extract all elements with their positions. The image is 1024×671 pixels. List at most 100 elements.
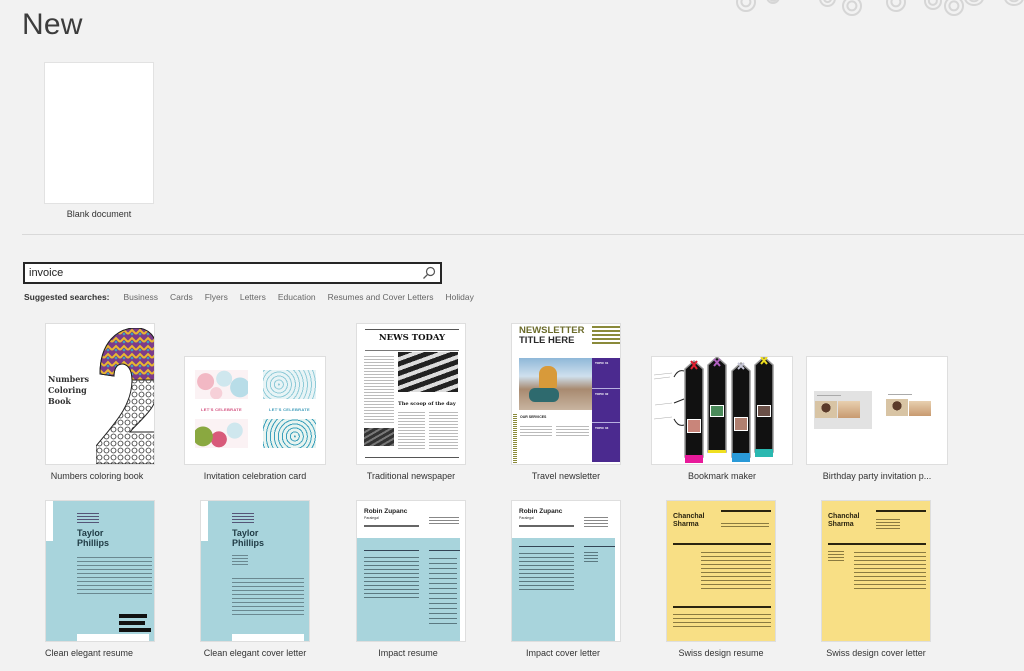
invite-card-right (885, 391, 943, 429)
bookmark-art (653, 357, 774, 463)
template-label[interactable]: Numbers coloring book (45, 471, 149, 481)
suggested-link-holiday[interactable]: Holiday (445, 292, 473, 302)
invite-card-left (814, 391, 872, 429)
newsletter-col-text (556, 424, 589, 438)
template-thumbnail[interactable] (806, 356, 948, 465)
newspaper-col-text (398, 410, 425, 450)
swirl-icon (766, 0, 780, 4)
invite-photo-cake (909, 401, 931, 416)
card-art-br (263, 419, 316, 448)
search-icon[interactable] (420, 264, 440, 282)
template-thumbnail[interactable]: Taylor Phillips (200, 500, 310, 642)
suggested-link-business[interactable]: Business (124, 292, 159, 302)
template-label[interactable]: Clean elegant cover letter (200, 648, 310, 658)
rule-line (365, 457, 459, 458)
skill-bar (119, 628, 151, 632)
text-line (888, 394, 912, 395)
invite-photo-cake (838, 401, 860, 418)
template-label[interactable]: Swiss design cover letter (821, 648, 931, 658)
blank-document-thumbnail[interactable] (44, 62, 154, 204)
newspaper-photo-main (398, 352, 458, 392)
newsletter-title-line: TITLE HERE (519, 335, 575, 346)
backpack (529, 388, 559, 402)
template-thumbnail[interactable]: Chanchal Sharma (821, 500, 931, 642)
letter-name: Taylor Phillips (232, 528, 264, 548)
template-thumbnail[interactable]: Robin Zupanc Paralegal (356, 500, 466, 642)
template-thumbnail[interactable]: LET'S CELEBRATE LET'S CELEBRATE (184, 356, 326, 465)
white-accent (46, 501, 53, 541)
resume-name: Robin Zupanc (364, 508, 408, 515)
letter-name-line: Sharma (828, 521, 854, 528)
resume-name: Taylor Phillips (77, 528, 109, 548)
sidebar-rule (592, 388, 620, 389)
text-line (817, 395, 841, 396)
resume-name-line: Taylor (77, 528, 104, 538)
letter-name: Chanchal Sharma (828, 513, 860, 529)
template-thumbnail[interactable] (651, 356, 793, 465)
template-label[interactable]: Impact cover letter (511, 648, 615, 658)
contact-lines (77, 511, 99, 523)
newspaper-photo-small (364, 428, 394, 446)
thumb-title-line: Coloring (48, 385, 87, 395)
template-label[interactable]: Invitation celebration card (184, 471, 326, 481)
suggested-link-education[interactable]: Education (278, 292, 316, 302)
coloring-number-art (95, 327, 154, 464)
section-rule (519, 546, 574, 547)
template-label[interactable]: Travel newsletter (511, 471, 621, 481)
rule-line (365, 350, 459, 351)
newsletter-photo (519, 358, 592, 410)
page-title: New (22, 8, 83, 41)
thick-rule (673, 606, 771, 608)
template-label[interactable]: Birthday party invitation p... (806, 471, 948, 481)
letter-name-line: Taylor (232, 528, 259, 538)
body-lines (519, 550, 574, 592)
template-label[interactable]: Swiss design resume (666, 648, 776, 658)
suggested-link-letters[interactable]: Letters (240, 292, 266, 302)
teal-panel (357, 538, 460, 641)
swirl-icon (736, 0, 756, 12)
body-lines (77, 554, 152, 594)
suggested-link-flyers[interactable]: Flyers (205, 292, 228, 302)
skill-bar (119, 614, 147, 618)
newspaper-masthead: NEWS TODAY (378, 333, 446, 343)
letter-name-line: Phillips (232, 538, 265, 548)
contact-lines (584, 515, 608, 527)
name-rule (519, 525, 574, 527)
template-thumbnail[interactable]: NEWS TODAY The scoop of the day (356, 323, 466, 465)
suggested-link-cards[interactable]: Cards (170, 292, 193, 302)
letter-name: Robin Zupanc (519, 508, 563, 515)
template-search-box[interactable] (23, 262, 442, 284)
swirl-icon (886, 0, 906, 12)
template-thumbnail[interactable]: Chanchal Sharma (666, 500, 776, 642)
objective-lines (721, 521, 769, 529)
swirl-icon (1004, 0, 1024, 6)
suggested-link-resumes-cover-letters[interactable]: Resumes and Cover Letters (328, 292, 434, 302)
template-search-input[interactable] (25, 264, 420, 282)
template-thumbnail[interactable]: Numbers Coloring Book (45, 323, 155, 465)
card-text: LET'S CELEBRATE (201, 407, 242, 412)
template-thumbnail[interactable]: NEWSLETTER TITLE HERE TOPIC 01 TOPIC 02 … (511, 323, 621, 465)
swirl-icon (924, 0, 942, 10)
template-label[interactable]: Traditional newspaper (356, 471, 466, 481)
body-lines (854, 549, 926, 591)
swirl-icon (819, 0, 836, 7)
white-accent (201, 501, 208, 541)
letter-name-line: Chanchal (828, 513, 860, 520)
section-rule (429, 550, 460, 551)
experience-lines (701, 549, 771, 591)
skill-bar (119, 621, 145, 625)
card-text: LET'S CELEBRATE (269, 407, 310, 412)
thick-rule (673, 543, 771, 545)
template-thumbnail[interactable]: Robin Zupanc Paralegal (511, 500, 621, 642)
thumb-title-line: Numbers (48, 374, 89, 384)
resume-name-line: Chanchal (673, 513, 705, 520)
template-label[interactable]: Bookmark maker (651, 471, 793, 481)
newsletter-section-heading: OUR SERVICES (520, 415, 547, 419)
template-label[interactable]: Clean elegant resume (45, 648, 133, 658)
address-lines (232, 553, 248, 565)
suggested-searches: Suggested searches: Business Cards Flyer… (24, 292, 486, 302)
template-label[interactable]: Impact resume (356, 648, 460, 658)
invite-photo-child (815, 401, 837, 418)
template-thumbnail[interactable]: Taylor Phillips (45, 500, 155, 642)
section-rule (364, 550, 419, 551)
